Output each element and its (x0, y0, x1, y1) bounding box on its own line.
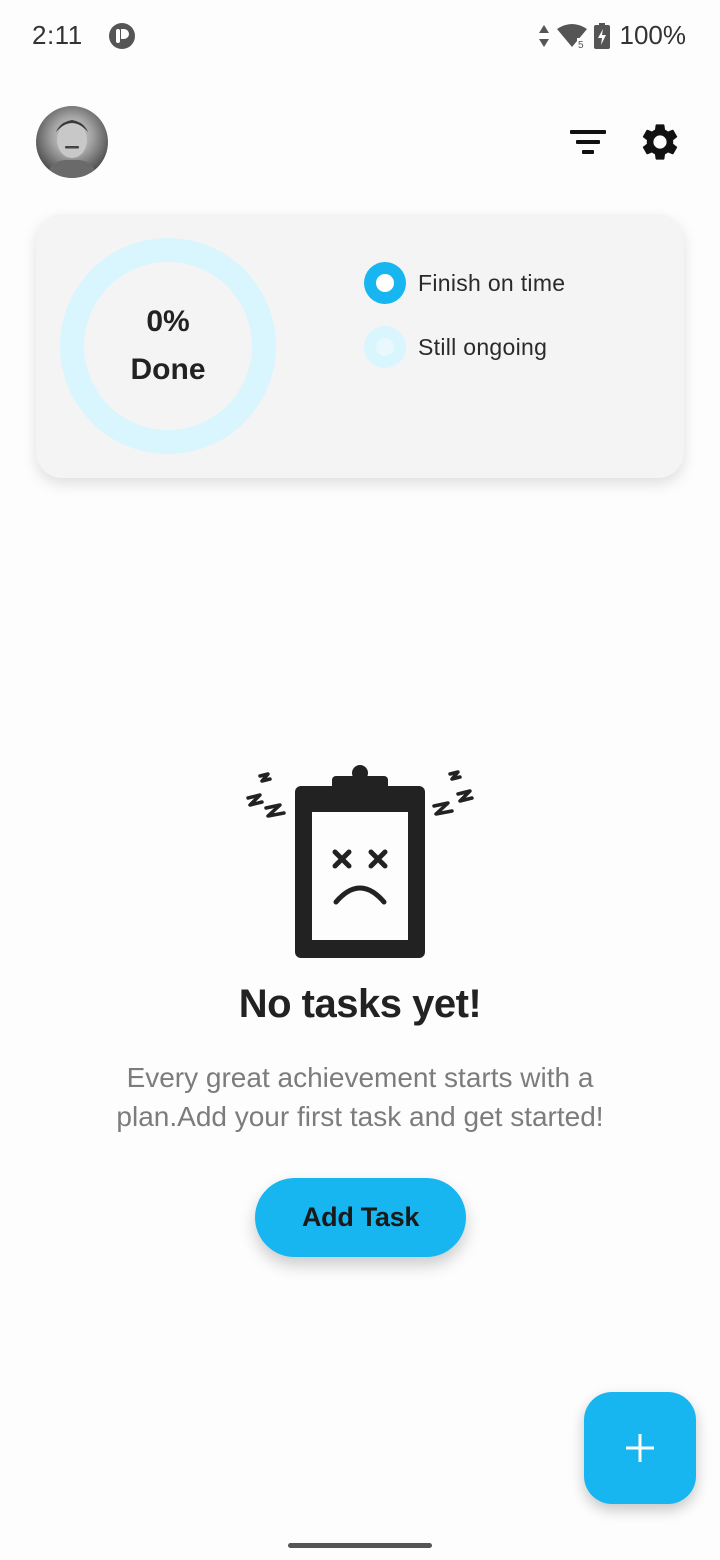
legend-item-still-ongoing: Still ongoing (364, 326, 547, 368)
wifi-icon: 5 (556, 23, 587, 49)
svg-text:5: 5 (578, 40, 584, 49)
progress-percent: 0% (146, 305, 190, 338)
task-home-screen: 2:11 5 100% 0% Done Finish on time Still… (0, 0, 720, 1560)
status-time: 2:11 (32, 20, 83, 50)
add-task-button[interactable]: Add Task (255, 1178, 466, 1257)
home-indicator[interactable] (288, 1543, 432, 1548)
progress-label: 0% Done (60, 238, 276, 454)
add-task-fab[interactable] (584, 1392, 696, 1504)
progress-summary-card: 0% Done Finish on time Still ongoing (36, 214, 684, 478)
app-notification-icon (109, 23, 135, 49)
status-bar: 2:11 5 100% (0, 0, 720, 72)
legend-dot-on-time (364, 262, 406, 304)
plus-icon (626, 1434, 654, 1462)
battery-charging-icon (593, 22, 610, 49)
legend-dot-ongoing (364, 326, 406, 368)
sad-clipboard-icon (246, 765, 474, 958)
legend-label: Finish on time (418, 269, 566, 296)
progress-done-text: Done (130, 353, 206, 386)
empty-state-title: No tasks yet! (238, 982, 482, 1026)
empty-state-message: Every great achievement starts with a pl… (116, 1062, 604, 1132)
data-arrows-icon (538, 24, 549, 47)
profile-avatar[interactable] (36, 106, 108, 178)
gear-icon[interactable] (638, 120, 682, 164)
battery-percentage: 100% (619, 20, 687, 50)
status-indicators: 5 100% (538, 20, 687, 51)
legend-label: Still ongoing (418, 333, 548, 360)
filter-icon[interactable] (566, 122, 610, 162)
legend-item-finish-on-time: Finish on time (364, 262, 565, 304)
avatar-portrait (46, 120, 98, 178)
